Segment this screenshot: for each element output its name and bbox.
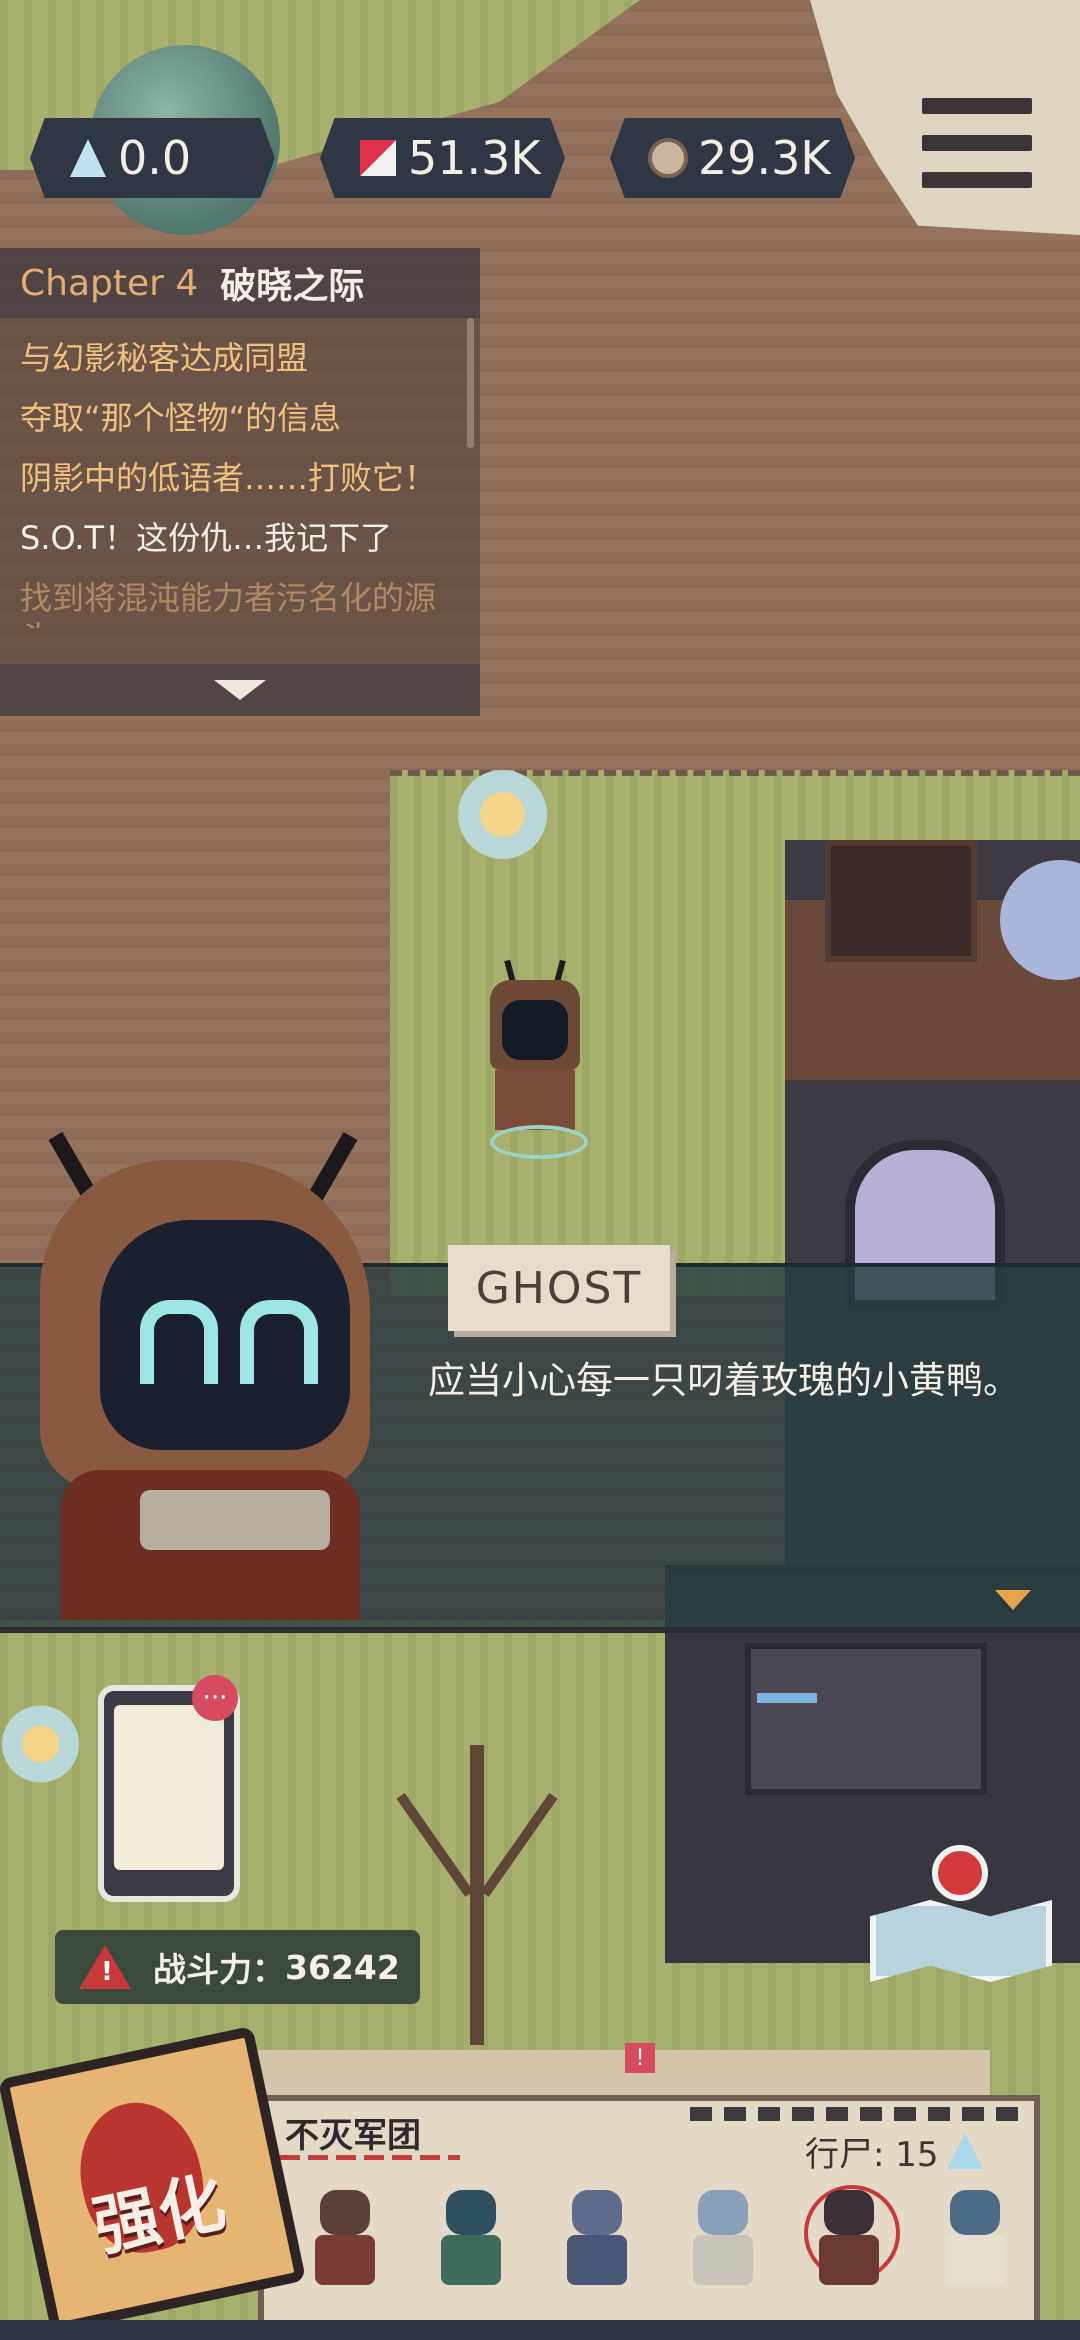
menu-bar xyxy=(922,172,1032,188)
machine-screen xyxy=(757,1693,817,1703)
bottom-edge xyxy=(0,2320,1080,2340)
crystal-icon xyxy=(947,2133,983,2169)
squad-unit-2[interactable] xyxy=(426,2180,516,2290)
unit-head xyxy=(446,2190,496,2235)
squad-name: 不灭军团 xyxy=(285,2116,421,2156)
phone-screen xyxy=(114,1705,224,1870)
squad-unit-1[interactable] xyxy=(300,2180,390,2290)
quest-panel[interactable]: Chapter 4 破晓之际 与幻影秘客达成同盟 夺取“那个怪物“的信息 阴影中… xyxy=(0,248,480,716)
menu-bar xyxy=(922,98,1032,114)
squad-unit-5[interactable] xyxy=(804,2180,900,2290)
chevron-down-icon xyxy=(214,680,266,700)
portrait-eye xyxy=(140,1300,218,1384)
speaker-name-tag: GHOST xyxy=(448,1245,670,1331)
chapter-number: Chapter 4 xyxy=(20,262,199,304)
hamburger-menu-icon[interactable] xyxy=(922,98,1032,188)
portrait-chestplate xyxy=(140,1490,330,1550)
selection-ring xyxy=(490,1125,588,1159)
character-visor xyxy=(502,1000,568,1060)
unit-body xyxy=(315,2235,375,2285)
quest-item[interactable]: 阴影中的低语者……打败它！ xyxy=(20,458,450,498)
menu-bar xyxy=(922,135,1032,151)
combat-power[interactable]: ! 战斗力： 36242 xyxy=(55,1930,420,2004)
dialog-text: 应当小心每一只叼着玫瑰的小黄鸭。 xyxy=(428,1359,1020,1402)
upgrade-button[interactable]: 强化 xyxy=(0,2025,307,2335)
machine-panel xyxy=(745,1643,987,1795)
unit-body xyxy=(567,2235,627,2285)
map-button[interactable] xyxy=(870,1845,1052,1982)
unit-head xyxy=(698,2190,748,2235)
map-pin-icon xyxy=(932,1845,988,1901)
crystal-value: 0.0 xyxy=(118,131,192,185)
unit-body xyxy=(441,2235,501,2285)
squad-alert-badge: ! xyxy=(625,2043,655,2073)
combat-power-value: 36242 xyxy=(285,1947,400,1987)
quest-item-next[interactable]: 找到将混沌能力者污名化的源头 xyxy=(20,578,450,628)
coin-value: 29.3K xyxy=(698,131,831,185)
quest-list[interactable]: 与幻影秘客达成同盟 夺取“那个怪物“的信息 阴影中的低语者……打败它！ S.O.… xyxy=(20,338,450,628)
unit-head xyxy=(950,2190,1000,2235)
unit-head xyxy=(824,2190,874,2235)
parts-counter[interactable]: 51.3K xyxy=(320,118,565,198)
chimney xyxy=(825,840,977,962)
quest-item[interactable]: 夺取“那个怪物“的信息 xyxy=(20,398,450,438)
crystal-counter[interactable]: 0.0 xyxy=(30,118,275,198)
squad-unit-4[interactable] xyxy=(678,2180,768,2290)
gear-parts-icon xyxy=(356,136,400,180)
phone-notification-badge: ··· xyxy=(192,1675,238,1721)
unit-body xyxy=(945,2235,1005,2285)
squad-unit-6[interactable] xyxy=(930,2180,1020,2290)
unit-body xyxy=(819,2235,879,2285)
map-icon xyxy=(870,1900,1052,1982)
dialog-next-arrow-icon[interactable] xyxy=(995,1590,1031,1610)
warning-icon: ! xyxy=(79,1945,131,1989)
coin-counter[interactable]: 29.3K xyxy=(610,118,855,198)
player-character[interactable] xyxy=(480,959,590,1160)
squad-name-underline xyxy=(280,2155,460,2160)
squad-divider xyxy=(690,2107,1020,2121)
unit-head xyxy=(320,2190,370,2235)
speaker-name: GHOST xyxy=(475,1262,643,1314)
quest-header: Chapter 4 破晓之际 xyxy=(0,248,480,318)
coin-icon xyxy=(646,136,690,180)
squad-unit-3[interactable] xyxy=(552,2180,642,2290)
crystal-icon xyxy=(66,136,110,180)
bare-tree xyxy=(470,1745,484,2045)
quest-item-active[interactable]: S.O.T！这份仇…我记下了 xyxy=(20,518,450,558)
character-body xyxy=(495,1070,575,1130)
unit-body xyxy=(693,2235,753,2285)
parts-value: 51.3K xyxy=(408,131,541,185)
quest-item[interactable]: 与幻影秘客达成同盟 xyxy=(20,338,450,378)
chapter-title: 破晓之际 xyxy=(220,266,365,307)
combat-power-label: 战斗力： xyxy=(153,1950,285,1989)
flower-bush xyxy=(0,1700,90,1810)
quest-scrollbar[interactable] xyxy=(467,318,474,448)
squad-units xyxy=(300,2180,1020,2290)
unit-head xyxy=(572,2190,622,2235)
portrait-eye xyxy=(240,1300,318,1384)
speaker-portrait xyxy=(0,1132,420,1620)
flower-bush xyxy=(420,765,570,875)
quest-expand-button[interactable] xyxy=(0,664,480,716)
squad-count: 行尸: 15 xyxy=(805,2135,939,2175)
